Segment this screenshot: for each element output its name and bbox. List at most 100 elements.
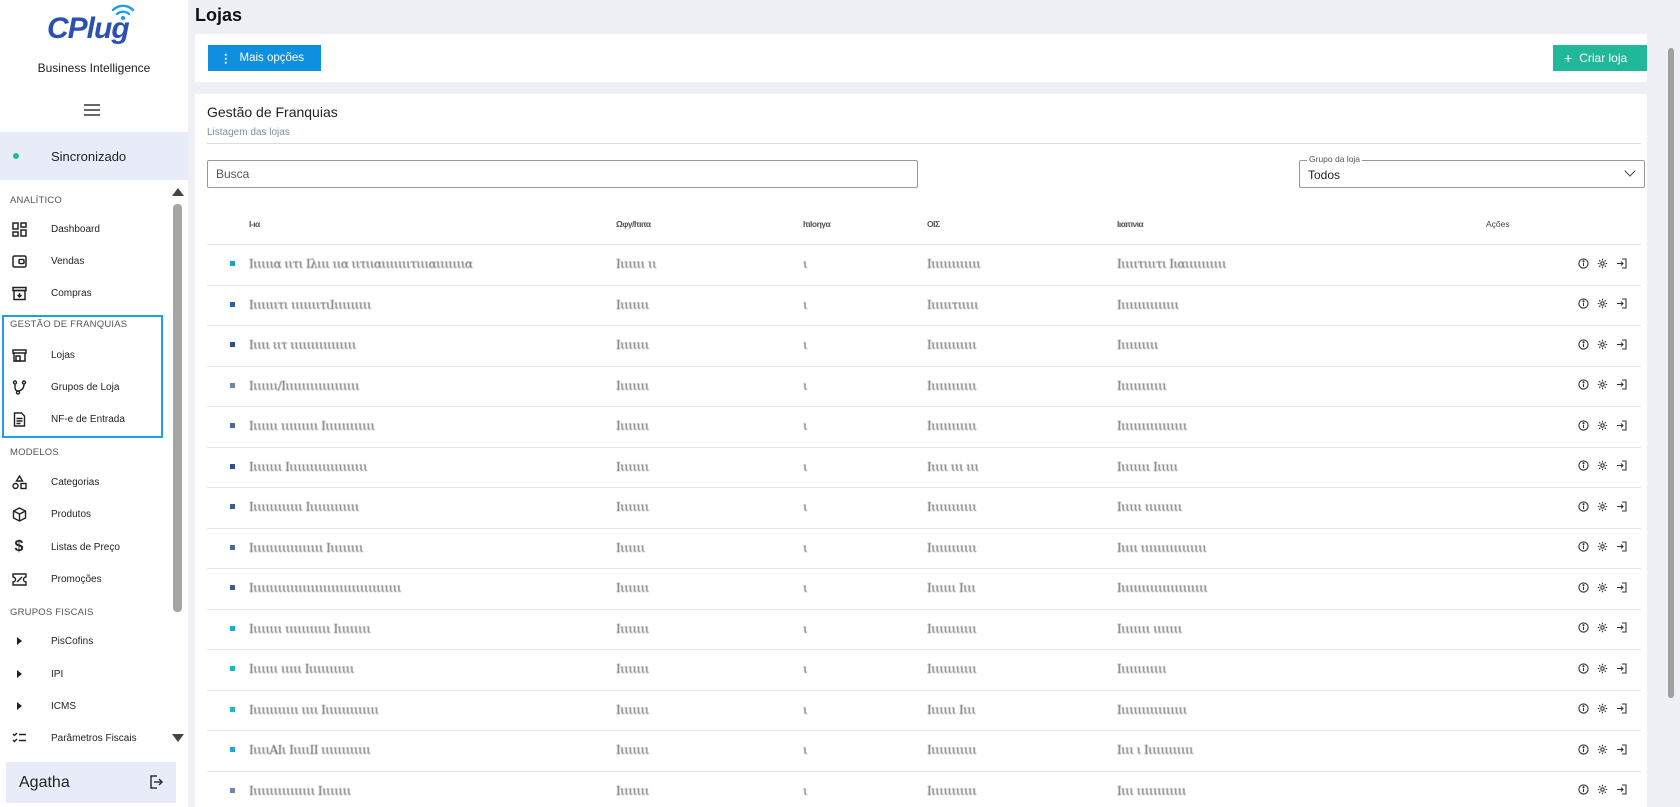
sidebar-item-produtos[interactable]: Produtos [0,500,168,528]
info-icon[interactable] [1577,419,1589,431]
cell-code: Ιιιιιιιι [616,378,649,393]
table-row[interactable]: Ιιιιιιιιιιιι ιιιι Ιιιιιιιιιιιιιι Ιιιιιιιι… [207,689,1641,728]
info-icon[interactable] [1577,541,1589,553]
login-icon[interactable] [1615,581,1627,593]
table-row[interactable]: Ιιιιιιιιιιιιιιιιιιιιιιιιιιιιιιιιιιιιι Ιιι… [207,568,1641,606]
login-icon[interactable] [1615,500,1627,512]
sidebar-item-categorias[interactable]: Categorias [0,468,168,496]
table-row[interactable]: Ιιιιι ιιτ ιιιιιιιιιιιιιιιι Ιιιιιιιι ι Ιιιιι… [207,325,1641,363]
sidebar-item-listas-preco[interactable]: $ Listas de Preço [0,533,168,561]
row-actions [1577,419,1627,431]
info-icon[interactable] [1577,338,1589,350]
login-icon[interactable] [1615,703,1627,715]
table-row[interactable]: Ιιιιιιιιιιιιι Ιιιιιιιιιιιιι Ιιιιιιιι ι Ιιιι… [207,487,1641,525]
sidebar-item-ipi[interactable]: IPI [0,660,168,688]
column-header[interactable]: Ωφγ/Ιτιιτα [616,219,651,229]
sidebar-item-promocoes[interactable]: Promoções [0,565,168,593]
login-icon[interactable] [1615,338,1627,350]
store-group-select-value: Todos [1308,168,1341,182]
login-icon[interactable] [1615,622,1627,634]
column-header[interactable]: ΟΙΣ [927,219,940,229]
login-icon[interactable] [1615,541,1627,553]
gear-icon[interactable] [1596,703,1608,715]
create-store-button[interactable]: + Criar loja [1553,45,1647,71]
table-row[interactable]: Ιιιιιιιτι ιιιιιιιτιΙιιιιιιιιι Ιιιιιιιι ι Ιι… [207,284,1641,323]
gear-icon[interactable] [1596,500,1608,512]
table-row[interactable]: Ιιιιιιιι Ιιιιιιιιιιιιιιιιιιιι Ιιιιιιιι ι Ιι… [207,446,1641,485]
sidebar-item-icms[interactable]: ICMS [0,692,168,720]
cell-code: Ιιιιιιιι [616,743,649,757]
more-options-button[interactable]: ⋮ Mais opções [208,45,321,71]
table-row[interactable]: Ιιιιιιιιιιιιιιιιιι Ιιιιιιιιι Ιιιιιιι ι Ιιιι… [207,527,1641,566]
info-icon[interactable] [1577,703,1589,715]
info-icon[interactable] [1577,298,1589,310]
cell-count: ι [803,500,808,514]
card-subtitle: Listagem das lojas [207,127,290,138]
column-header[interactable]: Ιιαιτινια [1117,219,1144,229]
login-icon[interactable] [1615,662,1627,674]
gear-icon[interactable] [1596,257,1608,269]
sidebar-scroll-up[interactable] [172,188,184,196]
store-status-icon [230,544,235,550]
gear-icon[interactable] [1596,298,1608,310]
login-icon[interactable] [1615,460,1627,472]
column-header[interactable]: Ι-ια [249,219,260,229]
sidebar-item-vendas[interactable]: Vendas [0,247,168,275]
info-icon[interactable] [1577,500,1589,512]
gear-icon[interactable] [1596,581,1608,593]
sidebar-scrollbar[interactable] [173,204,182,612]
login-icon[interactable] [1615,743,1627,755]
gear-icon[interactable] [1596,743,1608,755]
gear-icon[interactable] [1596,784,1608,796]
column-header[interactable]: Ιτιlοηγα [803,219,831,229]
gear-icon[interactable] [1596,460,1608,472]
store-group-select[interactable]: Grupo da loja Todos [1299,154,1645,188]
info-icon[interactable] [1577,622,1589,634]
sidebar-item-piscofins[interactable]: PisCofins [0,627,168,655]
menu-toggle-icon[interactable] [84,104,100,116]
cell-doc: Ιιιιιιιιιιιι [927,500,977,514]
gear-icon[interactable] [1596,541,1608,553]
search-input[interactable] [207,160,918,188]
store-status-icon [230,382,235,388]
cell-name: Ιιιιιιιιιιιιι Ιιιιιιιιιιιιι [249,500,360,514]
table-row[interactable]: Ιιιιιιι ιιιιι Ιιιιιιιιιιιι Ιιιιιιιι ι Ιιιιι… [207,649,1641,687]
sidebar-item-dashboard[interactable]: Dashboard [0,215,168,243]
cell-name: Ιιιιιιι ιιιιιιιιι Ιιιιιιιιιιιιι [249,419,375,433]
gear-icon[interactable] [1596,662,1608,674]
sidebar-scroll-down[interactable] [172,734,184,742]
info-icon[interactable] [1577,743,1589,755]
gear-icon[interactable] [1596,338,1608,350]
info-icon[interactable] [1577,257,1589,269]
table-row[interactable]: Ιιιιιιι/Ιιιιιιιιιιιιιιιιιιι Ιιιιιιιι ι Ιιιι… [207,365,1641,404]
login-icon[interactable] [1615,379,1627,391]
sidebar-item-compras[interactable]: Compras [0,279,168,307]
gear-icon[interactable] [1596,379,1608,391]
stores-card: Gestão de Franquias Listagem das lojas G… [195,94,1647,807]
info-icon[interactable] [1577,784,1589,796]
info-icon[interactable] [1577,460,1589,472]
table-row[interactable]: Ιιιιιια ιιτι Ιλιιι ιια ιιτιιαιιιιιιιτιιι… [207,244,1641,282]
checklist-icon [10,729,28,747]
gear-icon[interactable] [1596,419,1608,431]
info-icon[interactable] [1577,662,1589,674]
sidebar-item-label: Listas de Preço [51,541,120,553]
sidebar-item-label: Vendas [51,255,85,267]
info-icon[interactable] [1577,581,1589,593]
table-row[interactable]: Ιιιιιιιι ιιιιιιιιιιι Ιιιιιιιιι Ιιιιιιιι ι Ι… [207,608,1641,647]
page-scrollbar[interactable] [1668,48,1674,698]
info-icon[interactable] [1577,379,1589,391]
login-icon[interactable] [1615,257,1627,269]
table-row[interactable]: ΙιιιιΑΙι ΙιιιιΙΙ ιιιιιιιιιιιι Ιιιιιιιι ι Ιι… [207,730,1641,768]
login-icon[interactable] [1615,784,1627,796]
sidebar-item-parametros-fiscais[interactable]: Parâmetros Fiscais [0,724,168,752]
logout-icon[interactable] [148,774,164,790]
login-icon[interactable] [1615,419,1627,431]
cplug-logo[interactable]: CPlug [47,4,137,46]
table-row[interactable]: Ιιιιιιιιιιιιιιιι Ιιιιιιιι Ιιιιιιιι ι Ιιιιιι… [207,770,1641,807]
login-icon[interactable] [1615,298,1627,310]
archive-icon [10,284,28,302]
cell-code: Ιιιιιιιι [616,500,649,514]
table-row[interactable]: Ιιιιιιι ιιιιιιιιι Ιιιιιιιιιιιιι Ιιιιιιιι ι… [207,406,1641,444]
gear-icon[interactable] [1596,622,1608,634]
